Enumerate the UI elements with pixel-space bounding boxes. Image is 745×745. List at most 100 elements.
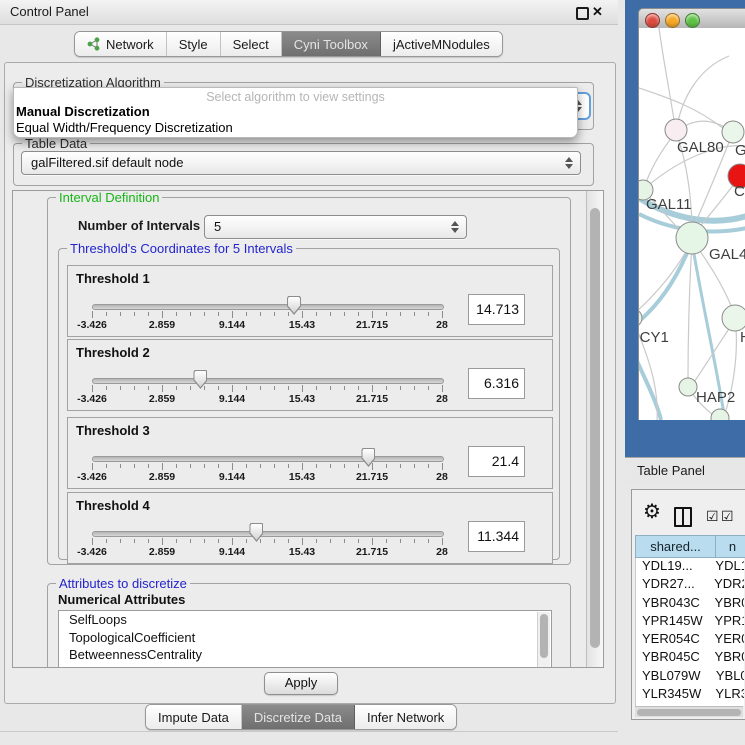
- slider-track[interactable]: [92, 378, 444, 384]
- tick-mark: [190, 386, 191, 390]
- column-header-shared-name[interactable]: shared...: [635, 535, 716, 558]
- cell-name[interactable]: YLR3: [711, 686, 744, 704]
- threshold-3-value-box[interactable]: 21.4: [468, 446, 525, 477]
- cell-name[interactable]: YBL0: [712, 668, 744, 686]
- table-row[interactable]: YBR045CYBR0: [636, 649, 744, 667]
- column-header-name[interactable]: n: [716, 535, 745, 558]
- tick-mark: [92, 311, 93, 318]
- threshold-1-value-box[interactable]: 14.713: [468, 294, 525, 325]
- network-node[interactable]: [722, 121, 744, 143]
- checkbox-icon[interactable]: ☑: [706, 508, 719, 525]
- close-icon[interactable]: ✕: [592, 3, 603, 21]
- cell-shared-name[interactable]: YBR045C: [636, 649, 711, 667]
- scrollbar-thumb[interactable]: [637, 709, 741, 716]
- attribute-list-item[interactable]: BetweennessCentrality: [59, 646, 551, 664]
- table-row[interactable]: YBL079WYBL0: [636, 668, 744, 686]
- tick-mark: [372, 385, 373, 392]
- tick-mark: [372, 463, 373, 470]
- cell-name[interactable]: YBR0: [711, 649, 744, 667]
- table-row[interactable]: YER054CYER0: [636, 631, 744, 649]
- tab-cyni-toolbox[interactable]: Cyni Toolbox: [282, 32, 381, 56]
- tab-impute-data[interactable]: Impute Data: [146, 705, 242, 729]
- network-node[interactable]: [639, 309, 642, 327]
- table-data-combobox[interactable]: galFiltered.sif default node: [21, 151, 581, 175]
- tick-mark: [260, 312, 261, 316]
- cell-name[interactable]: YPR1: [711, 613, 744, 631]
- gear-icon[interactable]: ⚙: [643, 502, 661, 522]
- table-row[interactable]: YLR345WYLR3: [636, 686, 744, 704]
- network-node[interactable]: [679, 378, 697, 396]
- attribute-list-item[interactable]: SelfLoops: [59, 611, 551, 629]
- tab-select[interactable]: Select: [221, 32, 282, 56]
- table-horizontal-scrollbar[interactable]: [635, 706, 743, 717]
- tick-mark: [288, 312, 289, 316]
- tick-mark: [246, 386, 247, 390]
- cell-name[interactable]: YDL1: [711, 558, 744, 576]
- apply-button[interactable]: Apply: [264, 672, 338, 695]
- tick-mark: [414, 386, 415, 390]
- combo-stepper-icon: [450, 221, 459, 233]
- threshold-1-label: Threshold 1: [76, 271, 150, 286]
- tick-mark: [120, 312, 121, 316]
- tick-mark: [162, 311, 163, 318]
- tab-jactivemnodules[interactable]: jActiveMNodules: [381, 32, 502, 56]
- tab-discretize-data[interactable]: Discretize Data: [242, 705, 355, 729]
- popup-option-equal-width[interactable]: Equal Width/Frequency Discretization: [16, 120, 233, 135]
- network-node[interactable]: [722, 305, 745, 331]
- split-columns-icon[interactable]: [674, 507, 692, 527]
- cell-shared-name[interactable]: YER054C: [636, 631, 711, 649]
- close-traffic-light[interactable]: [645, 13, 660, 28]
- slider-thumb[interactable]: [361, 448, 375, 467]
- attribute-list-item[interactable]: TopologicalCoefficient: [59, 629, 551, 647]
- cell-shared-name[interactable]: YLR345W: [636, 686, 711, 704]
- tick-label: 9.144: [219, 319, 245, 331]
- tick-mark: [92, 385, 93, 392]
- slider-thumb[interactable]: [193, 370, 207, 389]
- tick-mark: [274, 464, 275, 468]
- slider-track[interactable]: [92, 531, 444, 537]
- minimize-traffic-light[interactable]: [665, 13, 680, 28]
- cell-name[interactable]: YER0: [711, 631, 744, 649]
- threshold-2-value-box[interactable]: 6.316: [468, 368, 525, 399]
- cell-name[interactable]: YBR0: [711, 595, 744, 613]
- threshold-4-value-box[interactable]: 11.344: [468, 521, 525, 552]
- cell-shared-name[interactable]: YPR145W: [636, 613, 711, 631]
- scrollbar-thumb[interactable]: [590, 208, 600, 648]
- tick-label: 9.144: [219, 471, 245, 483]
- float-window-icon[interactable]: [576, 7, 589, 20]
- popup-option-manual-discretization[interactable]: Manual Discretization: [16, 104, 150, 119]
- tab-network[interactable]: Network: [75, 32, 167, 56]
- table-row[interactable]: YBR043CYBR0: [636, 595, 744, 613]
- tick-mark: [316, 464, 317, 468]
- checkbox-icon[interactable]: ☑: [721, 508, 734, 525]
- cell-shared-name[interactable]: YBL079W: [636, 668, 712, 686]
- attributes-scrollbar[interactable]: [537, 612, 550, 668]
- number-of-intervals-combobox[interactable]: 5: [204, 215, 467, 239]
- cell-shared-name[interactable]: YDL19...: [636, 558, 711, 576]
- tick-mark: [134, 539, 135, 543]
- tick-mark: [106, 312, 107, 316]
- tab-style[interactable]: Style: [167, 32, 221, 56]
- cell-shared-name[interactable]: YBR043C: [636, 595, 711, 613]
- tab-infer-network[interactable]: Infer Network: [355, 705, 456, 729]
- network-canvas[interactable]: GAL80GACGAL11GAL4GCY1HAHAP2: [638, 28, 745, 420]
- table-body[interactable]: YDL19...YDL1YDR27...YDR2YBR043CYBR0YPR14…: [635, 558, 744, 706]
- slider-track[interactable]: [92, 304, 444, 310]
- table-row[interactable]: YDR27...YDR2: [636, 576, 744, 594]
- slider-thumb[interactable]: [249, 523, 263, 542]
- tick-mark: [358, 386, 359, 390]
- cell-shared-name[interactable]: YDR27...: [636, 576, 710, 594]
- thresholds-group: Threshold's Coordinates for 5 Intervals …: [58, 248, 560, 560]
- slider-thumb[interactable]: [287, 296, 301, 315]
- table-row[interactable]: YDL19...YDL1: [636, 558, 744, 576]
- algorithm-dropdown-popup: Select algorithm to view settings Manual…: [13, 87, 578, 138]
- zoom-traffic-light[interactable]: [685, 13, 700, 28]
- slider-track[interactable]: [92, 456, 444, 462]
- network-node[interactable]: [676, 222, 708, 254]
- cell-name[interactable]: YDR2: [710, 576, 744, 594]
- numerical-attributes-list[interactable]: SelfLoopsTopologicalCoefficientBetweenne…: [58, 610, 552, 668]
- scrollbar-thumb[interactable]: [540, 614, 548, 658]
- network-node[interactable]: [665, 119, 687, 141]
- table-row[interactable]: YPR145WYPR1: [636, 613, 744, 631]
- settings-vertical-scrollbar[interactable]: [586, 191, 603, 667]
